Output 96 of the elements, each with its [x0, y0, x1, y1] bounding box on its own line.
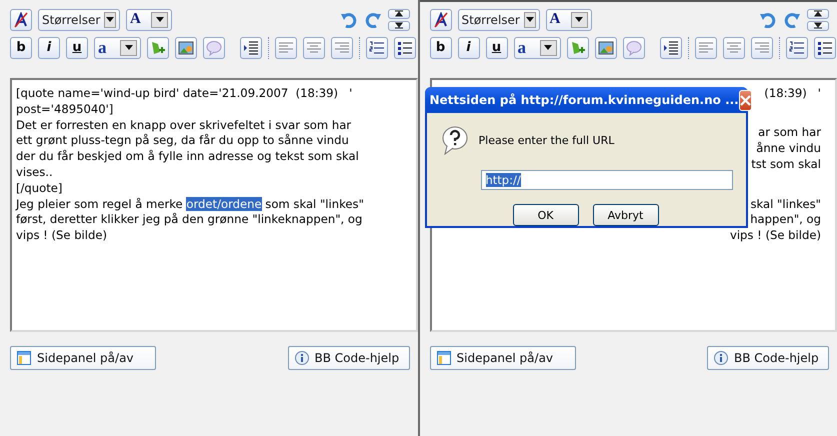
align-center-button[interactable] — [722, 36, 744, 58]
editor-text-fragment: (18:39) ' — [764, 86, 821, 100]
question-bubble-icon — [440, 125, 468, 155]
numbered-list-button[interactable] — [786, 36, 808, 58]
sidepanel-toggle-button[interactable]: Sidepanel på/av — [430, 346, 576, 370]
bullet-list-icon — [816, 40, 832, 54]
dropdown-arrow-icon — [156, 17, 164, 22]
bullet-list-button[interactable] — [394, 36, 416, 58]
help-button[interactable]: BB Code-hjelp — [707, 346, 829, 370]
redo-icon[interactable] — [364, 12, 382, 28]
style-select[interactable]: a — [514, 36, 560, 58]
speech-bubble-icon — [626, 40, 642, 56]
link-plus-icon — [150, 40, 166, 56]
dropdown-arrow-icon — [526, 17, 534, 22]
dialog-title: Nettsiden på http://forum.kvinneguiden.no ... — [430, 93, 739, 107]
info-icon — [714, 351, 728, 365]
align-right-icon — [754, 42, 768, 54]
align-center-icon — [726, 42, 740, 54]
image-icon — [178, 40, 194, 54]
info-icon — [294, 351, 308, 365]
move-down-button[interactable] — [388, 20, 410, 30]
font-clear-icon — [432, 12, 448, 28]
align-center-icon — [307, 42, 321, 54]
italic-button[interactable]: i — [38, 36, 60, 58]
bold-button[interactable]: b — [430, 36, 452, 58]
editor-text-fragment: tst som skal — [751, 157, 821, 172]
editor-text-fragment: happen", og — [750, 212, 821, 226]
editor-text-fragment: ånne vindu — [756, 141, 821, 156]
sidepanel-icon — [17, 351, 31, 365]
align-right-button[interactable] — [750, 36, 772, 58]
close-icon — [740, 94, 751, 106]
insert-link-button[interactable] — [147, 36, 169, 58]
image-icon — [598, 40, 614, 54]
dropdown-arrow-icon — [124, 45, 132, 50]
editor-text-fragment: ar som har — [758, 125, 821, 140]
redo-icon[interactable] — [783, 12, 801, 28]
help-button[interactable]: BB Code-hjelp — [288, 346, 410, 370]
arrow-up-bar-icon — [394, 10, 402, 17]
quote-button[interactable] — [203, 36, 225, 58]
move-up-button[interactable] — [388, 8, 410, 18]
dropdown-arrow-icon — [544, 45, 552, 50]
insert-image-button[interactable] — [175, 36, 197, 58]
insert-link-button[interactable] — [566, 36, 588, 58]
bullet-list-button[interactable] — [814, 36, 836, 58]
editor-text-fragment: skal "linkes" — [750, 196, 821, 211]
close-button[interactable] — [738, 90, 752, 110]
clear-format-button[interactable] — [430, 8, 452, 30]
font-clear-icon — [13, 12, 29, 28]
numbered-list-icon — [369, 40, 385, 54]
sidepanel-toggle-button[interactable]: Sidepanel på/av — [10, 346, 156, 370]
undo-icon[interactable] — [340, 12, 358, 28]
ok-button[interactable]: OK — [512, 204, 578, 226]
text-selection: ordet/ordene — [186, 196, 262, 211]
numbered-list-icon — [788, 40, 804, 54]
arrow-down-bar-icon — [394, 22, 402, 29]
arrow-up-bar-icon — [814, 10, 822, 17]
link-plus-icon — [570, 40, 586, 56]
indent-icon — [662, 40, 678, 54]
font-color-select[interactable]: A — [126, 8, 172, 30]
speech-bubble-icon — [206, 40, 222, 56]
dialog-message: Please enter the full URL — [478, 134, 614, 146]
bullet-list-icon — [397, 40, 413, 54]
align-right-icon — [335, 42, 349, 54]
clear-format-button[interactable] — [10, 8, 32, 30]
indent-icon — [243, 40, 259, 54]
quote-button[interactable] — [622, 36, 644, 58]
move-down-button[interactable] — [807, 20, 829, 30]
align-left-icon — [279, 42, 293, 54]
move-up-button[interactable] — [807, 8, 829, 18]
align-left-icon — [698, 42, 712, 54]
indent-button[interactable] — [240, 36, 262, 58]
numbered-list-button[interactable] — [366, 36, 388, 58]
editor-text-fragment: vips ! (Se bilde) — [730, 228, 821, 242]
underline-button[interactable]: u — [66, 36, 88, 58]
align-left-button[interactable] — [694, 36, 716, 58]
undo-icon[interactable] — [759, 12, 777, 28]
font-color-select[interactable]: A — [546, 8, 592, 30]
text-editor[interactable] — [10, 78, 418, 332]
dropdown-arrow-icon — [106, 17, 114, 22]
size-select[interactable]: Størrelser — [458, 8, 540, 30]
arrow-down-bar-icon — [814, 22, 822, 29]
editor-text: [quote name='wind-up bird' date='21.09.2007 (18:39) ' post='4895040'] Det er forresten en knapp over skrivefeltet i svar som har ett grønt pluss-tegn på seg, da får du opp to sånne vindu der du får beskjed om å fylle inn adresse og tekst som skal vises.. [/quote] Jeg pleier som regel å merke ordet/ordene som skal "linkes" først, deretter klikker jeg på den grønne "linkeknappen", og vips ! (Se bilde) — [16, 86, 365, 244]
align-right-button[interactable] — [331, 36, 353, 58]
underline-button[interactable]: u — [486, 36, 508, 58]
italic-button[interactable]: i — [458, 36, 480, 58]
size-select[interactable]: Størrelser — [38, 8, 120, 30]
dropdown-arrow-icon — [575, 17, 583, 22]
align-left-button[interactable] — [275, 36, 297, 58]
url-input-field[interactable]: http:// — [480, 170, 732, 190]
align-center-button[interactable] — [303, 36, 325, 58]
indent-button[interactable] — [660, 36, 682, 58]
sidepanel-icon — [436, 351, 450, 365]
insert-image-button[interactable] — [594, 36, 616, 58]
bold-button[interactable]: b — [10, 36, 32, 58]
style-select[interactable]: a — [94, 36, 141, 58]
cancel-button[interactable]: Avbryt — [592, 204, 658, 226]
